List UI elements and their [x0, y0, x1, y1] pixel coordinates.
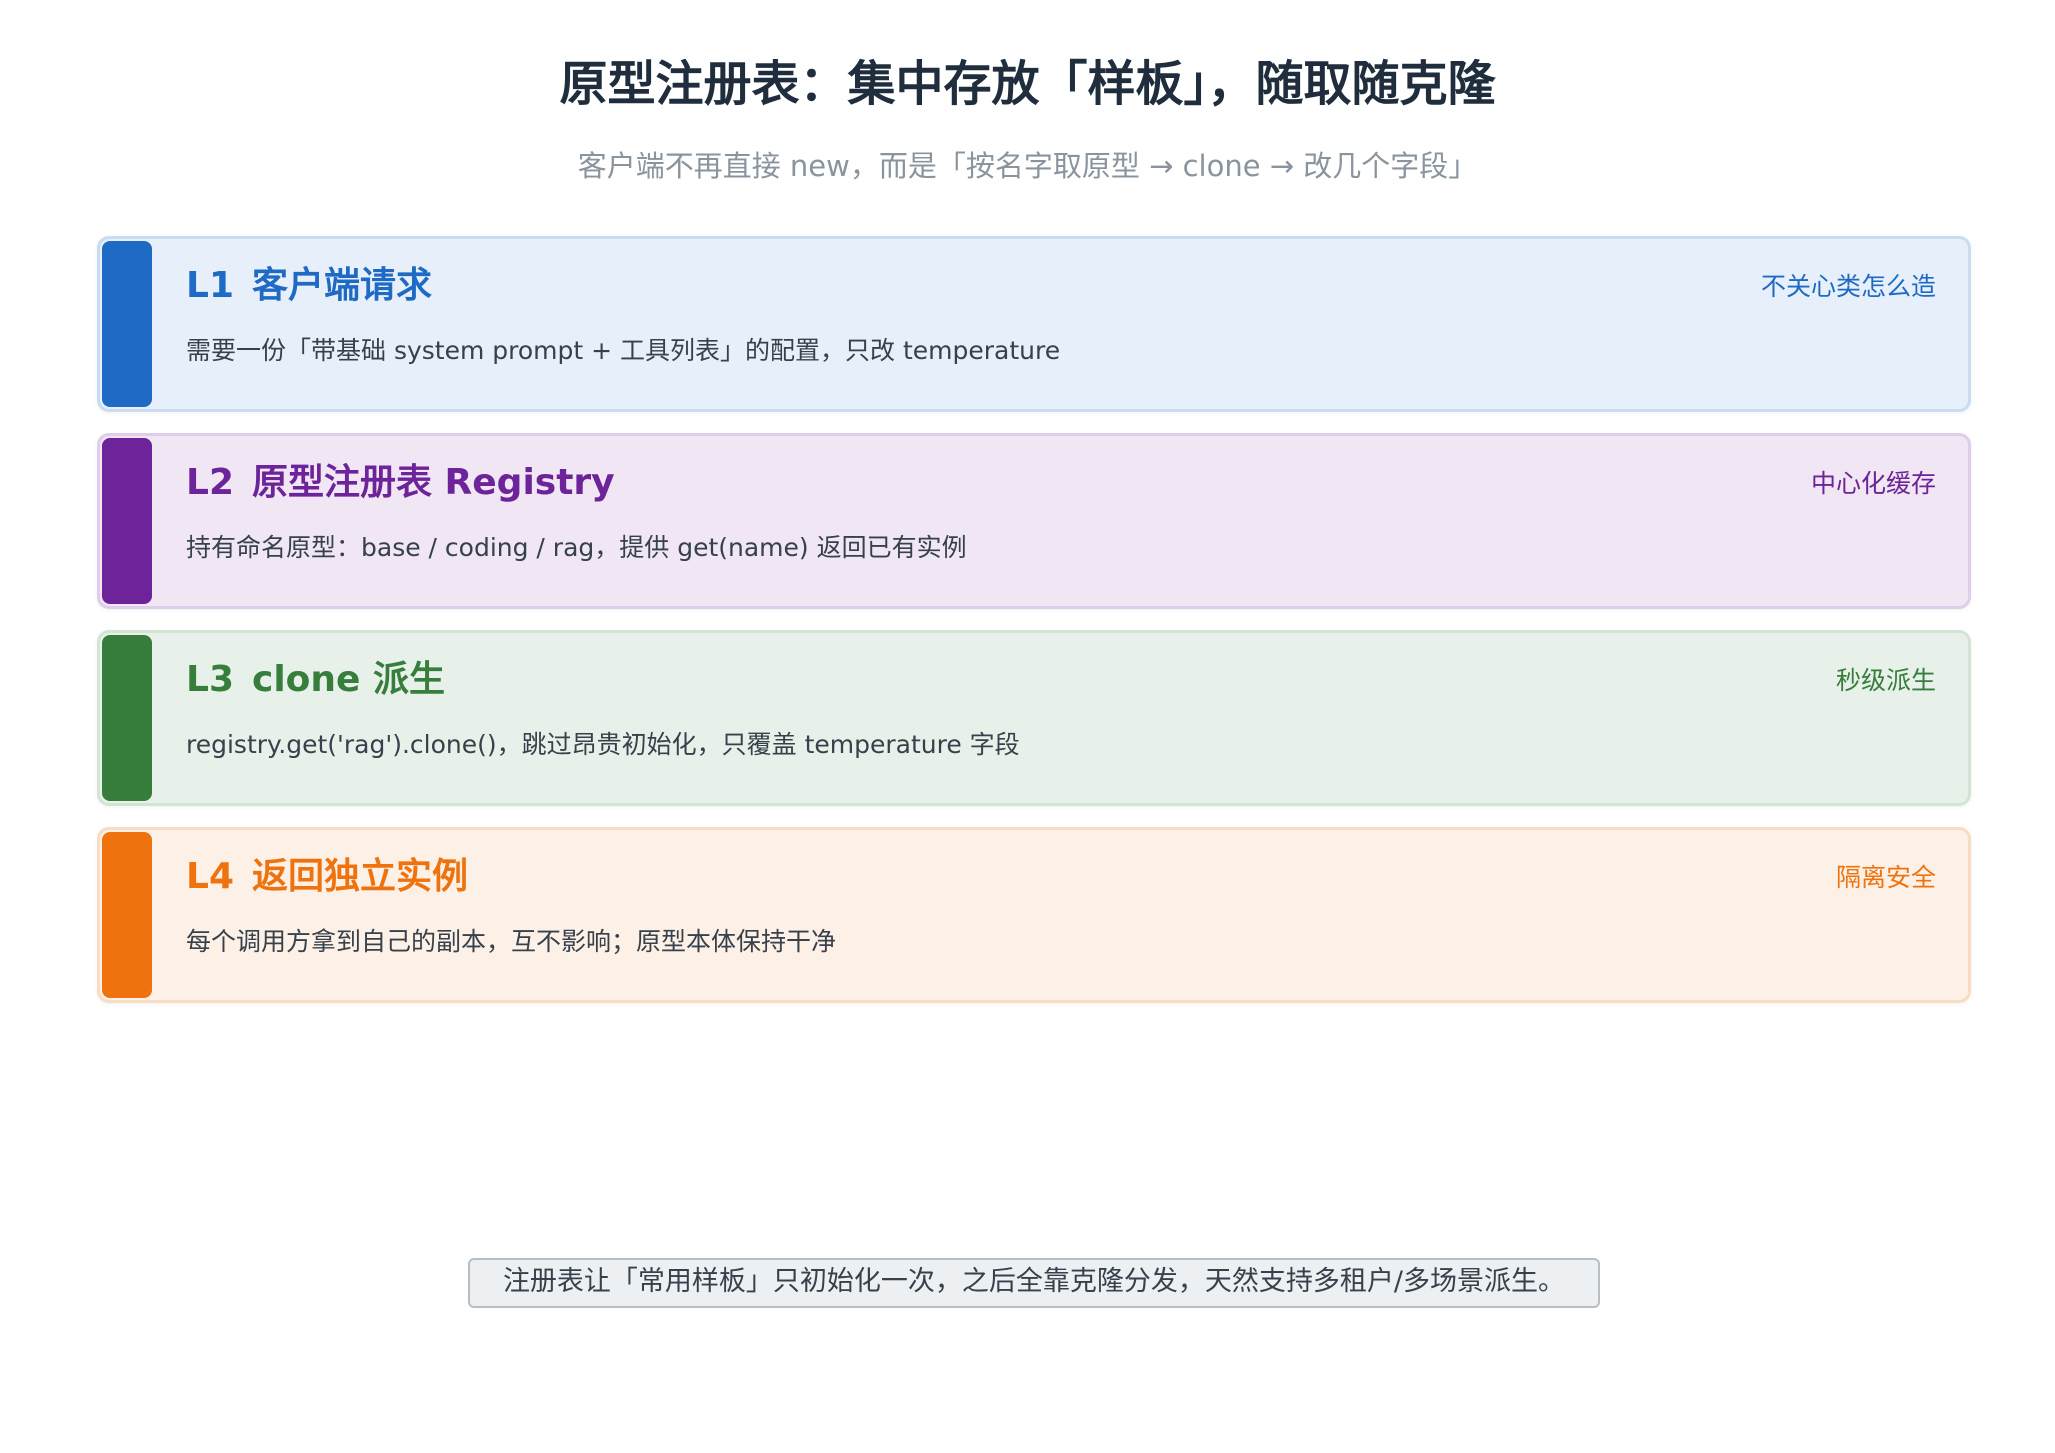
layer-accent-bar [102, 832, 152, 998]
layer-accent-bar [102, 438, 152, 604]
footer-note: 注册表让「常用样板」只初始化一次，之后全靠克隆分发，天然支持多租户/多场景派生。 [468, 1258, 1600, 1308]
layer-code: L1 [186, 265, 234, 306]
layer-tag: 不关心类怎么造 [1760, 272, 1936, 301]
layer-heading: L1 客户端请求 [186, 261, 432, 311]
layer-card-l2: L2 原型注册表 Registry 中心化缓存 持有命名原型：base / cod… [97, 433, 1971, 609]
layer-tag: 秒级派生 [1835, 666, 1936, 695]
layer-card-l3: L3 clone 派生 秒级派生 registry.get('rag').clon… [97, 630, 1971, 806]
layer-code: L2 [186, 462, 234, 503]
layer-name: 返回独立实例 [252, 856, 469, 897]
layer-tag: 中心化缓存 [1810, 469, 1936, 498]
layer-tag: 隔离安全 [1835, 863, 1936, 892]
layer-description: 每个调用方拿到自己的副本，互不影响；原型本体保持干净 [186, 927, 837, 956]
layer-card-l1: L1 客户端请求 不关心类怎么造 需要一份「带基础 system prompt +… [97, 236, 1971, 412]
layer-description: registry.get('rag').clone()，跳过昂贵初始化，只覆盖 … [186, 730, 1020, 759]
layer-heading: L3 clone 派生 [186, 655, 445, 705]
page-title: 原型注册表：集中存放「样板」，随取随克隆 [559, 56, 1496, 112]
layer-code: L4 [186, 856, 234, 897]
layer-accent-bar [102, 635, 152, 801]
layer-code: L3 [186, 659, 234, 700]
layer-heading: L4 返回独立实例 [186, 852, 468, 902]
layer-heading: L2 原型注册表 Registry [186, 458, 615, 508]
layer-accent-bar [102, 241, 152, 407]
layer-description: 持有命名原型：base / coding / rag，提供 get(name) … [186, 533, 967, 562]
layer-name: 客户端请求 [252, 265, 433, 306]
layer-name: 原型注册表 Registry [252, 462, 615, 503]
layer-description: 需要一份「带基础 system prompt + 工具列表」的配置，只改 tem… [186, 336, 1061, 365]
layer-card-l4: L4 返回独立实例 隔离安全 每个调用方拿到自己的副本，互不影响；原型本体保持干净 [97, 827, 1971, 1003]
layer-name: clone 派生 [252, 659, 445, 700]
page-subtitle: 客户端不再直接 new，而是「按名字取原型 → clone → 改几个字段」 [577, 149, 1478, 183]
